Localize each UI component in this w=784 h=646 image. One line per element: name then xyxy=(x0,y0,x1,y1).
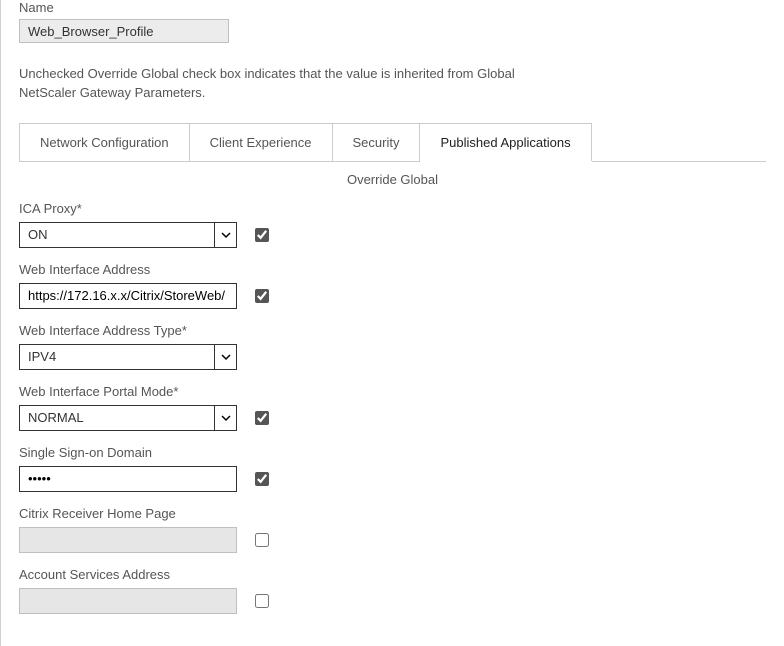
acct-services-label: Account Services Address xyxy=(19,567,766,582)
wi-addr-type-select[interactable]: IPV4 xyxy=(19,344,237,370)
chevron-down-icon[interactable] xyxy=(214,406,236,430)
helper-text: Unchecked Override Global check box indi… xyxy=(19,65,519,103)
acct-services-override-checkbox[interactable] xyxy=(255,594,269,608)
chevron-down-icon[interactable] xyxy=(214,345,236,369)
wi-portal-mode-select[interactable]: NORMAL xyxy=(19,405,237,431)
tab-network-configuration[interactable]: Network Configuration xyxy=(19,123,190,161)
tab-bar: Network Configuration Client Experience … xyxy=(19,123,766,161)
sso-domain-override-checkbox[interactable] xyxy=(255,472,269,486)
tab-security[interactable]: Security xyxy=(333,123,421,161)
ica-proxy-override-checkbox[interactable] xyxy=(255,228,269,242)
tab-client-experience[interactable]: Client Experience xyxy=(190,123,333,161)
receiver-home-override-checkbox[interactable] xyxy=(255,533,269,547)
acct-services-input xyxy=(19,588,237,614)
tab-published-applications[interactable]: Published Applications xyxy=(420,123,591,161)
name-label: Name xyxy=(19,0,766,15)
wi-addr-type-value: IPV4 xyxy=(28,345,56,369)
wi-address-override-checkbox[interactable] xyxy=(255,289,269,303)
wi-portal-mode-label: Web Interface Portal Mode* xyxy=(19,384,766,399)
ica-proxy-value: ON xyxy=(28,223,48,247)
wi-address-input[interactable] xyxy=(19,283,237,309)
chevron-down-icon[interactable] xyxy=(214,223,236,247)
sso-domain-label: Single Sign-on Domain xyxy=(19,445,766,460)
wi-portal-mode-override-checkbox[interactable] xyxy=(255,411,269,425)
wi-portal-mode-value: NORMAL xyxy=(28,406,84,430)
receiver-home-label: Citrix Receiver Home Page xyxy=(19,506,766,521)
wi-addr-type-label: Web Interface Address Type* xyxy=(19,323,766,338)
published-applications-panel: Override Global ICA Proxy* ON Web Interf… xyxy=(19,161,766,614)
override-global-heading: Override Global xyxy=(19,166,766,201)
ica-proxy-label: ICA Proxy* xyxy=(19,201,766,216)
receiver-home-input xyxy=(19,527,237,553)
sso-domain-input[interactable] xyxy=(19,466,237,492)
wi-address-label: Web Interface Address xyxy=(19,262,766,277)
ica-proxy-select[interactable]: ON xyxy=(19,222,237,248)
name-field[interactable] xyxy=(19,19,229,43)
